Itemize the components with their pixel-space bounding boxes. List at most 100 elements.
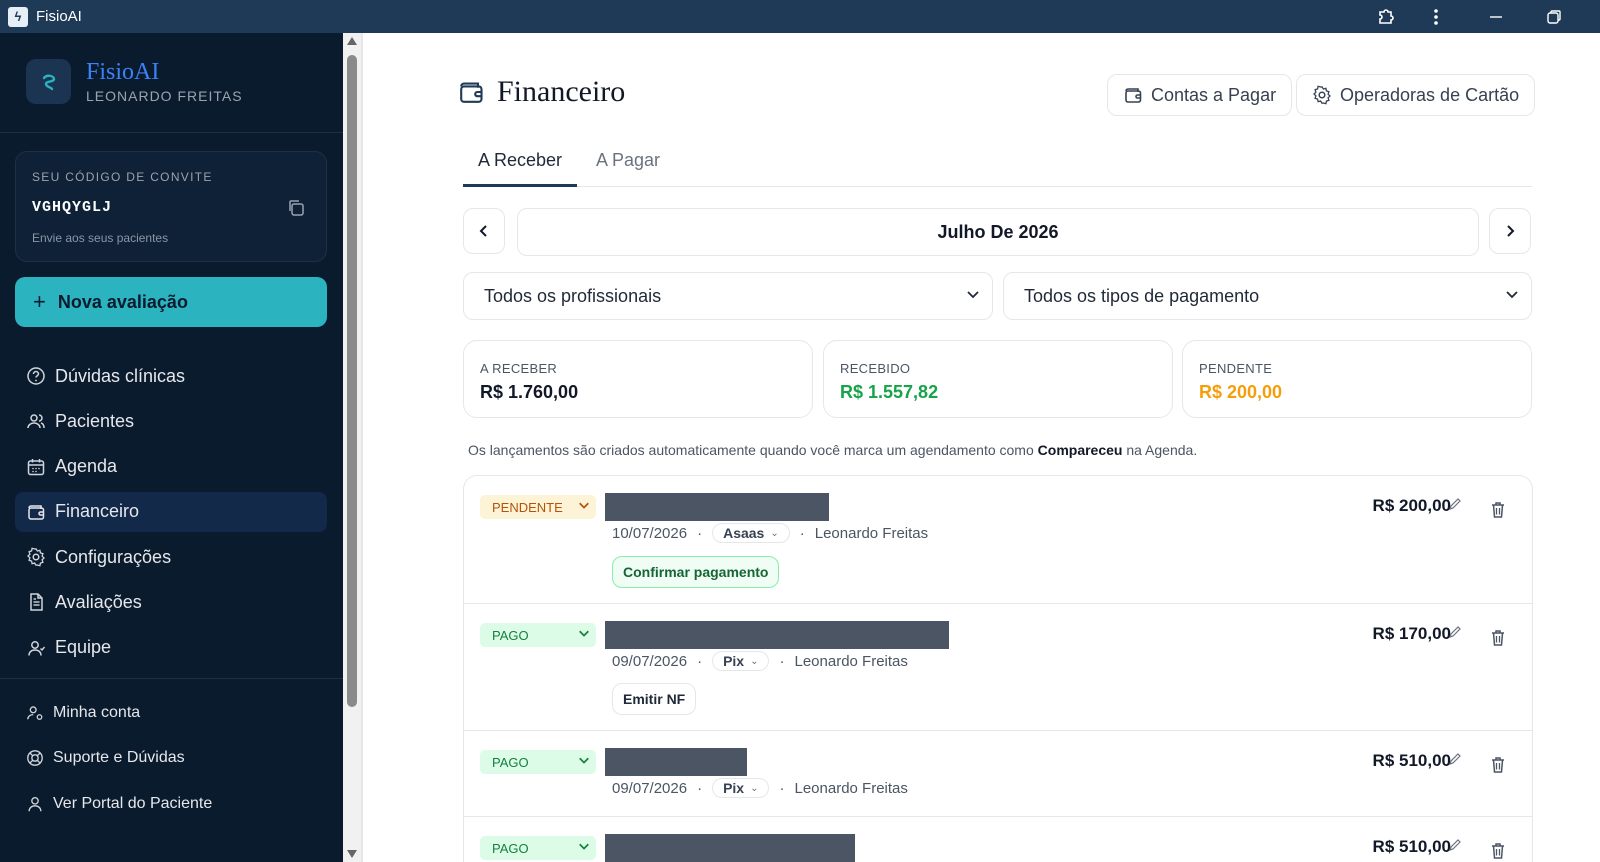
restore-icon[interactable] [1532,0,1576,33]
gear-icon [1312,85,1332,105]
list-item: PENDENTE 10/07/2026 · Asaas ⌄ · Leonardo … [464,476,1532,604]
sidebar: FisioAI LEONARDO FREITAS SEU CÓDIGO DE C… [0,33,343,862]
entry-amount: R$ 170,00 [1372,624,1451,643]
status-value: PAGO [492,840,529,856]
tab-a-pagar[interactable]: A Pagar [581,150,675,187]
sidebar-item-duvidas-clinicas[interactable]: Dúvidas clínicas [15,356,327,396]
copy-icon[interactable] [286,198,306,218]
invite-label: SEU CÓDIGO DE CONVITE [32,170,213,184]
card-operators-button[interactable]: Operadoras de Cartão [1296,74,1536,116]
sidebar-item-agenda[interactable]: Agenda [15,447,327,487]
redacted-patient-name [605,748,747,776]
entry-professional: Leonardo Freitas [794,779,908,797]
scroll-thumb[interactable] [347,55,357,707]
sidebar-item-label: Dúvidas clínicas [55,365,186,386]
tab-a-receber[interactable]: A Receber [463,150,578,187]
minimize-icon[interactable] [1474,0,1518,33]
sidebar-item-label: Ver Portal do Paciente [53,794,213,812]
wallet-icon [457,78,485,106]
scroll-down-icon[interactable] [347,850,357,858]
sidebar-item-financeiro[interactable]: Financeiro [15,491,327,532]
list-item: PAGO 09/07/2026 · Pix ⌄ · Leonardo Freita… [464,731,1532,817]
extensions-icon[interactable] [1364,0,1408,33]
entry-amount: R$ 510,00 [1372,837,1451,856]
trash-icon[interactable] [1488,628,1508,648]
summary-label: RECEBIDO [840,361,911,376]
user-settings-icon [25,703,45,723]
entry-professional: Leonardo Freitas [794,652,908,670]
help-circle-icon [25,365,47,387]
list-item: PAGO R$ 510,00 [464,817,1532,862]
list-item: PAGO 09/07/2026 · Pix ⌄ · Leonardo Freita… [464,604,1532,731]
entry-date: 10/07/2026 [612,524,688,542]
sidebar-item-equipe[interactable]: Equipe [15,628,327,668]
edit-icon[interactable] [1448,838,1462,852]
payment-types-select[interactable]: Todos os tipos de pagamento [1003,272,1532,320]
menu-dots-icon[interactable] [1414,0,1458,33]
summary-value: R$ 1.557,82 [840,382,939,402]
sidebar-item-avaliacoes[interactable]: Avaliações [15,582,327,622]
entry-amount: R$ 510,00 [1372,751,1451,770]
chevron-down-icon: ⌄ [770,527,779,539]
trash-icon[interactable] [1488,500,1508,520]
sidebar-item-label: Financeiro [55,501,140,522]
scroll-up-icon[interactable] [347,37,357,45]
invite-code: VGHQYGLJ [32,199,113,216]
user-name: LEONARDO FREITAS [86,88,243,104]
previous-month-button[interactable] [463,208,505,254]
edit-icon[interactable] [1448,752,1462,766]
next-month-button[interactable] [1489,208,1531,254]
sidebar-item-pacientes[interactable]: Pacientes [15,401,327,441]
summary-label: PENDENTE [1199,361,1273,376]
plus-icon: + [33,289,46,314]
confirm-payment-button[interactable]: Confirmar pagamento [612,556,780,588]
wallet-icon [25,501,47,523]
professionals-select-value: Todos os profissionais [484,285,662,306]
professionals-select[interactable]: Todos os profissionais [463,272,993,320]
separator: · [779,652,785,670]
sidebar-item-label: Avaliações [55,591,142,612]
sidebar-item-minha-conta[interactable]: Minha conta [15,693,327,733]
edit-icon[interactable] [1448,497,1462,511]
status-select[interactable]: PAGO [480,623,596,647]
sidebar-scrollbar[interactable] [343,33,361,862]
payment-method-select[interactable]: Pix ⌄ [712,778,770,798]
issue-invoice-button[interactable]: Emitir NF [612,683,697,715]
separator: · [799,524,805,542]
separator: · [697,524,703,542]
sidebar-item-label: Pacientes [55,410,135,431]
sidebar-item-suporte[interactable]: Suporte e Dúvidas [15,738,327,778]
sidebar-item-portal-paciente[interactable]: Ver Portal do Paciente [15,784,327,824]
entry-meta: 09/07/2026 · Pix ⌄ · Leonardo Freitas [612,778,908,798]
chevron-right-icon [1507,225,1515,237]
chevron-down-icon: ⌄ [750,655,759,667]
trash-icon[interactable] [1488,841,1508,861]
sidebar-item-label: Equipe [55,637,112,658]
redacted-patient-name [605,493,829,521]
trash-icon[interactable] [1488,755,1508,775]
info-text-bold: Compareceu [1037,442,1123,458]
team-icon [25,637,47,659]
entry-meta: 10/07/2026 · Asaas ⌄ · Leonardo Freitas [612,523,928,543]
entry-professional: Leonardo Freitas [814,524,929,542]
payment-method-select[interactable]: Pix ⌄ [712,651,770,671]
status-value: PAGO [492,627,529,643]
status-select[interactable]: PAGO [480,836,596,860]
sidebar-item-configuracoes[interactable]: Configurações [15,537,327,577]
chevron-down-icon [578,754,590,769]
new-evaluation-button[interactable]: + Nova avaliação [15,277,327,327]
summary-label: A RECEBER [480,361,558,376]
info-text-part: na Agenda. [1122,442,1198,458]
card-operators-button-label: Operadoras de Cartão [1340,84,1520,105]
edit-icon[interactable] [1448,625,1462,639]
payment-method-select[interactable]: Asaas ⌄ [712,523,790,543]
page-title-text: Financeiro [497,75,626,108]
window-title: FisioAI [36,8,82,25]
new-evaluation-label: Nova avaliação [57,291,188,312]
page-title: Financeiro [457,75,625,109]
status-select[interactable]: PAGO [480,750,596,774]
payables-button[interactable]: Contas a Pagar [1107,74,1293,116]
sidebar-nav: Dúvidas clínicas Pacientes Agenda Financ… [15,356,327,673]
title-bar: ϟ FisioAI [0,0,1600,33]
status-select[interactable]: PENDENTE [480,495,596,519]
